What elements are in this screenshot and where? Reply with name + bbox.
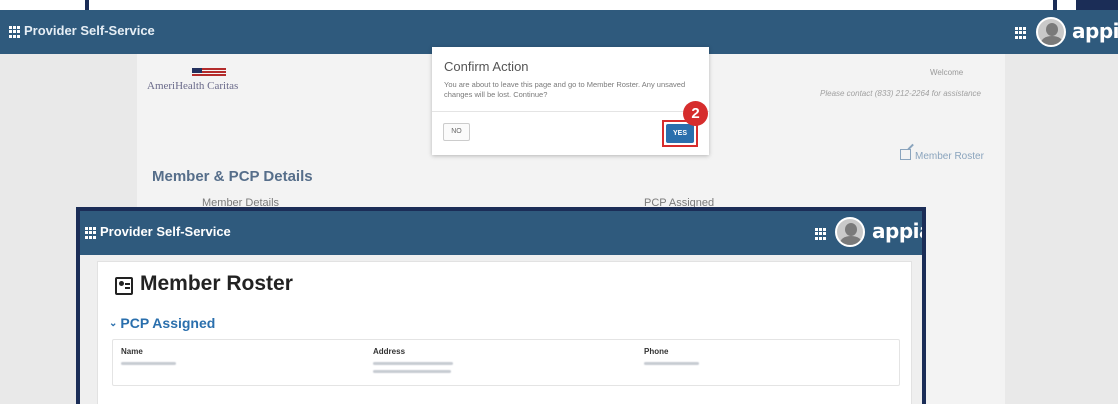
column-header-name: Name: [121, 347, 143, 356]
flag-logo-icon: [192, 68, 226, 78]
grid-icon[interactable]: [9, 26, 21, 38]
external-link-icon: [900, 149, 911, 160]
app-launcher-grid-icon[interactable]: [815, 228, 827, 240]
dialog-title: Confirm Action: [444, 59, 529, 74]
step-number-badge: 2: [683, 101, 708, 126]
chevron-down-icon: ⌄: [109, 318, 118, 329]
redacted-phone: [644, 362, 699, 365]
overlay-app-title[interactable]: Provider Self-Service: [100, 224, 231, 239]
appian-logo: appian: [872, 219, 922, 243]
overlay-app-header: Provider Self-Service appian: [80, 211, 922, 255]
grid-icon[interactable]: [85, 227, 97, 239]
pcp-table: Name Address Phone: [112, 339, 900, 386]
user-avatar-icon[interactable]: [1036, 17, 1066, 47]
appian-logo: appian: [1072, 19, 1118, 43]
contact-text: Please contact (833) 212-2264 for assist…: [820, 89, 981, 98]
member-roster-window: Provider Self-Service appian Member Rost…: [76, 207, 926, 404]
dialog-message: You are about to leave this page and go …: [444, 80, 686, 99]
member-roster-link[interactable]: Member Roster: [900, 149, 984, 162]
user-avatar-icon[interactable]: [835, 217, 865, 247]
page-title: Member Roster: [140, 272, 293, 295]
app-launcher-grid-icon[interactable]: [1015, 27, 1027, 39]
screenshot-frame-top: [0, 0, 1118, 10]
section-title: Member & PCP Details: [152, 168, 313, 185]
frame-border-left: [85, 0, 89, 10]
column-header-phone: Phone: [644, 347, 669, 356]
yes-button[interactable]: YES: [666, 124, 694, 143]
pcp-assigned-section-toggle[interactable]: ⌄ PCP Assigned: [109, 315, 215, 331]
contact-card-icon: [115, 277, 133, 295]
no-button[interactable]: NO: [443, 123, 470, 141]
company-logo-text: AmeriHealth Caritas: [147, 80, 239, 92]
redacted-address-line-2: [373, 370, 451, 373]
welcome-text: Welcome: [930, 68, 964, 77]
pcp-assigned-section-label: PCP Assigned: [120, 315, 216, 331]
frame-border-right: [1053, 0, 1057, 10]
app-title[interactable]: Provider Self-Service: [24, 23, 155, 38]
member-roster-link-label: Member Roster: [915, 151, 984, 162]
member-roster-card: Member Roster ⌄ PCP Assigned Name Address…: [97, 261, 912, 404]
column-header-address: Address: [373, 347, 406, 356]
dialog-divider: [432, 111, 709, 112]
redacted-name: [121, 362, 176, 365]
frame-border-right-outer: [1076, 0, 1118, 10]
redacted-address-line-1: [373, 362, 453, 365]
